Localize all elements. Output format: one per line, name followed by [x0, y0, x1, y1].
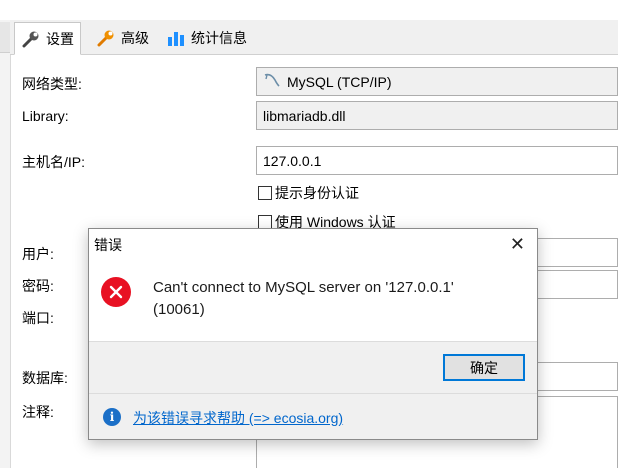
- error-message-line1: Can't connect to MySQL server on '127.0.…: [153, 279, 454, 296]
- network-type-value: MySQL (TCP/IP): [287, 73, 392, 90]
- database-input[interactable]: [530, 362, 618, 391]
- prompt-credentials-label: 提示身份认证: [275, 185, 359, 201]
- tab-statistics[interactable]: 统计信息: [160, 22, 253, 53]
- user-label: 用户:: [22, 246, 54, 262]
- comment-label: 注释:: [22, 404, 54, 420]
- checkbox-box[interactable]: [258, 186, 272, 200]
- host-input[interactable]: 127.0.0.1: [256, 146, 618, 175]
- wrench-orange-icon: [96, 29, 116, 47]
- network-type-label: 网络类型:: [22, 76, 82, 92]
- tab-settings-label: 设置: [46, 30, 74, 47]
- tab-bar: 设置 高级 统计信息: [10, 20, 618, 55]
- prompt-credentials-checkbox[interactable]: 提示身份认证: [258, 183, 359, 203]
- tab-statistics-label: 统计信息: [191, 29, 247, 46]
- password-label: 密码:: [22, 278, 54, 294]
- user-input[interactable]: [530, 238, 618, 267]
- network-type-select[interactable]: MySQL (TCP/IP): [256, 67, 618, 96]
- close-icon[interactable]: ✕: [510, 235, 525, 253]
- wrench-icon: [21, 30, 41, 48]
- error-message: Can't connect to MySQL server on '127.0.…: [153, 277, 523, 321]
- password-input[interactable]: [530, 270, 618, 299]
- bar-chart-icon: [166, 29, 186, 47]
- host-label: 主机名/IP:: [22, 154, 86, 170]
- tab-settings[interactable]: 设置: [14, 22, 81, 55]
- error-message-line2: (10061): [153, 301, 205, 318]
- tab-advanced[interactable]: 高级: [90, 22, 155, 53]
- host-value: 127.0.0.1: [263, 152, 322, 169]
- dolphin-icon: [263, 72, 281, 91]
- left-panel-edge: [0, 20, 11, 468]
- info-icon: i: [103, 408, 121, 426]
- dialog-body: Can't connect to MySQL server on '127.0.…: [89, 261, 537, 341]
- left-panel-selected-item[interactable]: [0, 22, 10, 53]
- library-select[interactable]: libmariadb.dll: [256, 101, 618, 130]
- port-label: 端口:: [22, 310, 54, 326]
- library-label: Library:: [22, 108, 69, 124]
- help-link[interactable]: 为该错误寻求帮助 (=> ecosia.org): [133, 408, 343, 428]
- dialog-title: 错误: [94, 237, 122, 253]
- error-icon: [101, 277, 131, 307]
- database-label: 数据库:: [22, 370, 68, 386]
- checkbox-box[interactable]: [258, 215, 272, 229]
- dialog-button-row: 确定: [89, 341, 537, 394]
- error-dialog: 错误 ✕ Can't connect to MySQL server on '1…: [88, 228, 538, 440]
- library-value: libmariadb.dll: [263, 107, 346, 124]
- dialog-footer: i 为该错误寻求帮助 (=> ecosia.org): [89, 393, 537, 439]
- ok-button[interactable]: 确定: [443, 354, 525, 381]
- tab-advanced-label: 高级: [121, 29, 149, 46]
